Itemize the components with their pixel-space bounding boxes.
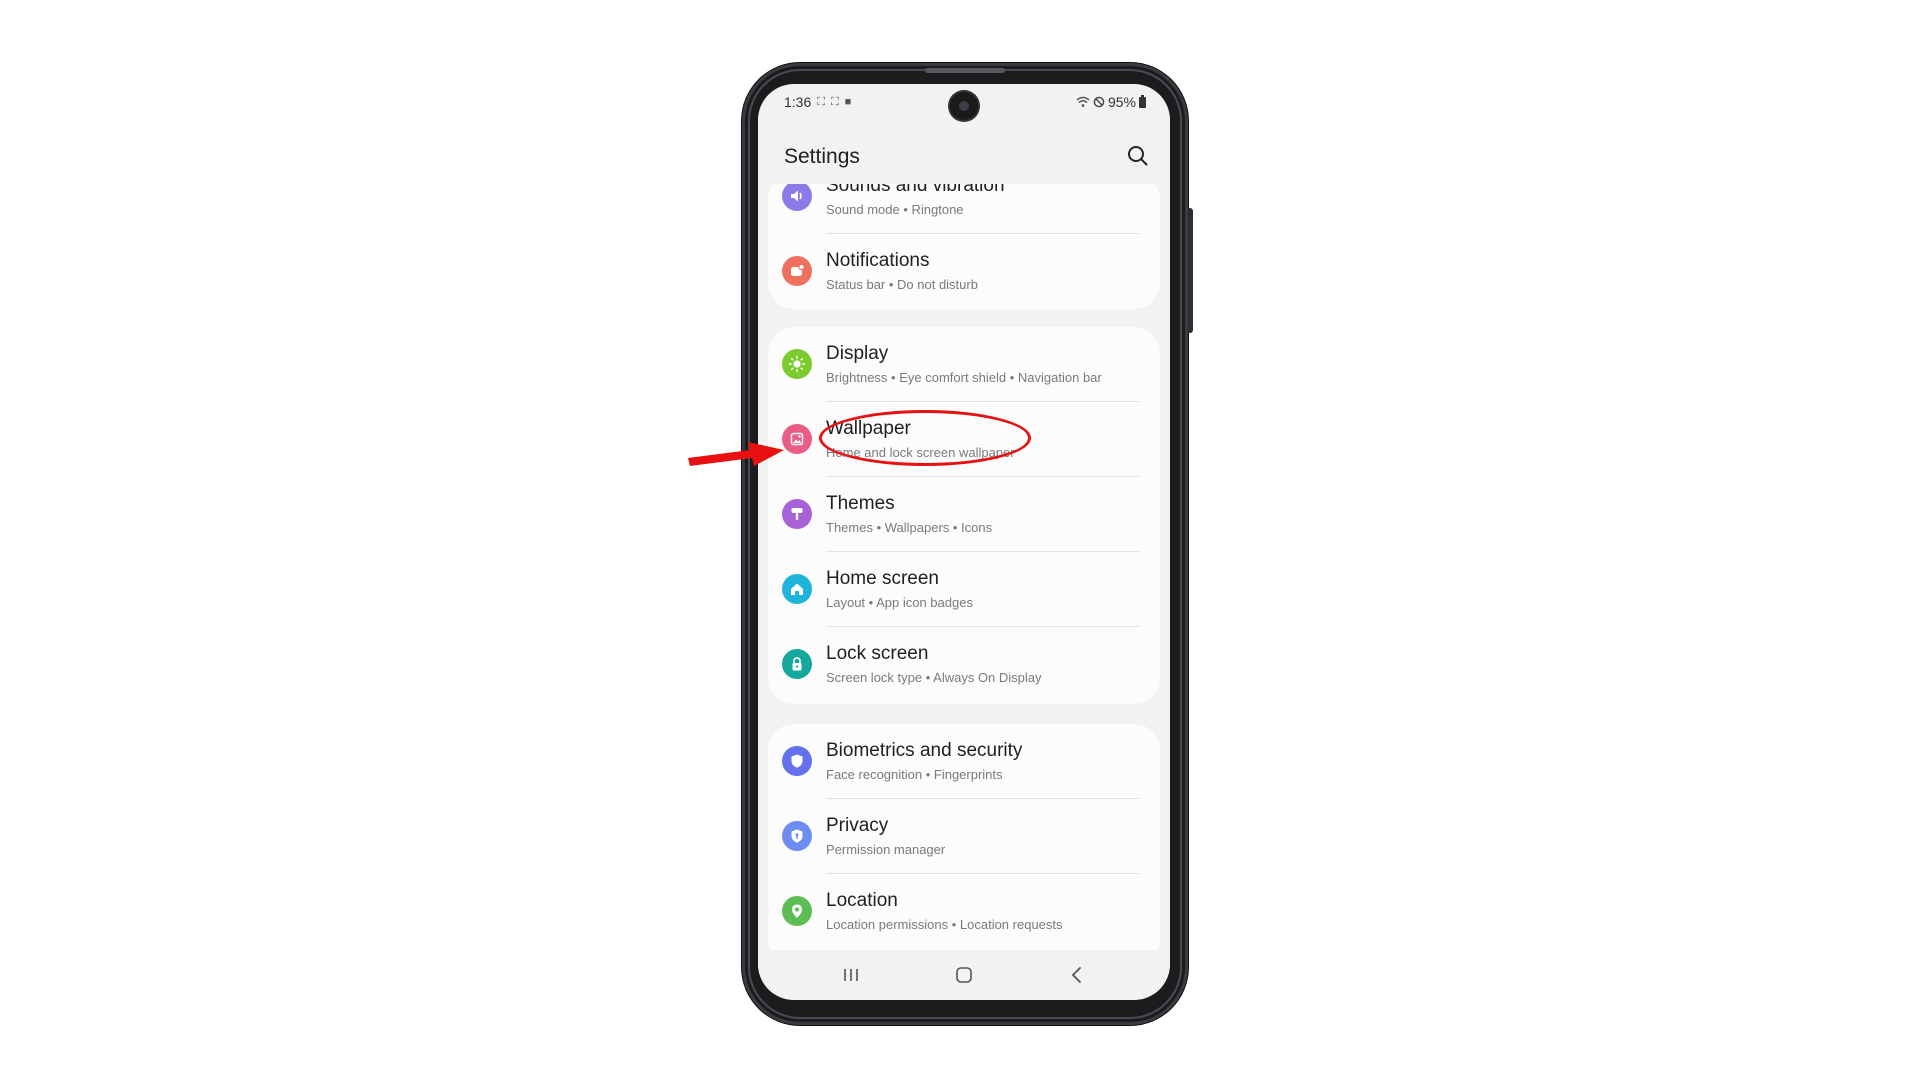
settings-item-subtitle: Screen lock type • Always On Display — [826, 670, 1042, 685]
settings-item-subtitle: Sound mode • Ringtone — [826, 202, 964, 217]
settings-item-notifications[interactable]: Notifications Status bar • Do not distur… — [768, 234, 1160, 309]
settings-item-themes[interactable]: Themes Themes • Wallpapers • Icons — [768, 477, 1160, 552]
screenshot-icon: ⛶ — [817, 95, 825, 108]
home-icon — [782, 574, 812, 604]
settings-item-subtitle: Layout • App icon badges — [826, 595, 973, 610]
battery-percent: 95% — [1107, 94, 1136, 110]
back-icon — [1071, 967, 1081, 983]
settings-item-subtitle: Face recognition • Fingerprints — [826, 767, 1003, 782]
privacy-shield-icon — [782, 821, 812, 851]
settings-item-title: Display — [826, 343, 889, 364]
settings-item-subtitle: Permission manager — [826, 842, 946, 857]
screenshot-stage: 1:36 ⛶ ⛶ ■ 95% Settings Sounds and vibra… — [0, 0, 1920, 1080]
settings-item-title: Lock screen — [826, 643, 929, 664]
settings-list[interactable]: Sounds and vibration Sound mode • Ringto… — [758, 184, 1170, 950]
image-icon — [782, 424, 812, 454]
settings-item-privacy[interactable]: Privacy Permission manager — [768, 799, 1160, 874]
video-camera-icon: ■ — [844, 96, 852, 108]
pointer-arrow-icon — [688, 442, 784, 466]
phone-frame: 1:36 ⛶ ⛶ ■ 95% Settings Sounds and vibra… — [742, 63, 1193, 1025]
navigation-bar — [758, 950, 1170, 1000]
location-pin-icon — [782, 896, 812, 926]
home-button[interactable] — [949, 962, 979, 988]
settings-item-title: Location — [826, 890, 898, 911]
settings-item-title: Notifications — [826, 250, 930, 271]
settings-item-home-screen[interactable]: Home screen Layout • App icon badges — [768, 552, 1160, 627]
settings-item-subtitle: Brightness • Eye comfort shield • Naviga… — [826, 370, 1102, 385]
settings-item-lock-screen[interactable]: Lock screen Screen lock type • Always On… — [768, 627, 1160, 702]
recent-apps-icon — [844, 969, 858, 981]
settings-item-title: Privacy — [826, 815, 889, 836]
status-bar: 1:36 ⛶ ⛶ ■ 95% — [758, 84, 1170, 124]
settings-card-2: Display Brightness • Eye comfort shield … — [768, 327, 1160, 704]
wifi-icon — [1076, 96, 1090, 107]
front-camera — [950, 92, 978, 120]
do-not-disturb-icon — [1093, 96, 1105, 108]
shield-icon — [782, 746, 812, 776]
settings-item-title: Biometrics and security — [826, 740, 1023, 761]
speaker-icon — [782, 184, 812, 211]
settings-item-subtitle: Location permissions • Location requests — [826, 917, 1063, 932]
settings-item-sounds[interactable]: Sounds and vibration Sound mode • Ringto… — [768, 184, 1160, 234]
status-right: 95% — [1076, 94, 1146, 110]
highlight-circle — [819, 410, 1031, 466]
settings-card-3: Biometrics and security Face recognition… — [768, 724, 1160, 950]
back-button[interactable] — [1062, 962, 1092, 988]
settings-item-title: Home screen — [826, 568, 939, 589]
status-time: 1:36 — [784, 94, 812, 110]
paint-roller-icon — [782, 499, 812, 529]
status-left: 1:36 ⛶ ⛶ ■ — [784, 94, 851, 110]
page-title: Settings — [784, 145, 860, 168]
search-button[interactable] — [1124, 142, 1152, 170]
settings-item-display[interactable]: Display Brightness • Eye comfort shield … — [768, 327, 1160, 402]
sun-icon — [782, 349, 812, 379]
battery-icon — [1139, 94, 1146, 108]
settings-item-subtitle: Status bar • Do not disturb — [826, 277, 978, 292]
home-nav-icon — [956, 967, 972, 983]
search-icon — [1128, 146, 1148, 166]
settings-item-biometrics[interactable]: Biometrics and security Face recognition… — [768, 724, 1160, 799]
settings-card-1: Sounds and vibration Sound mode • Ringto… — [768, 184, 1160, 309]
earpiece — [925, 68, 1005, 73]
recent-apps-button[interactable] — [836, 962, 866, 988]
notification-icon — [782, 256, 812, 286]
settings-item-location[interactable]: Location Location permissions • Location… — [768, 874, 1160, 949]
side-button — [1188, 208, 1193, 333]
settings-item-subtitle: Themes • Wallpapers • Icons — [826, 520, 993, 535]
app-header: Settings — [758, 124, 1170, 182]
settings-item-title: Themes — [826, 493, 895, 514]
phone-screen: 1:36 ⛶ ⛶ ■ 95% Settings Sounds and vibra… — [758, 84, 1170, 1000]
settings-item-title: Sounds and vibration — [826, 184, 1005, 196]
screenshot-icon-2: ⛶ — [830, 95, 839, 108]
lock-icon — [782, 649, 812, 679]
